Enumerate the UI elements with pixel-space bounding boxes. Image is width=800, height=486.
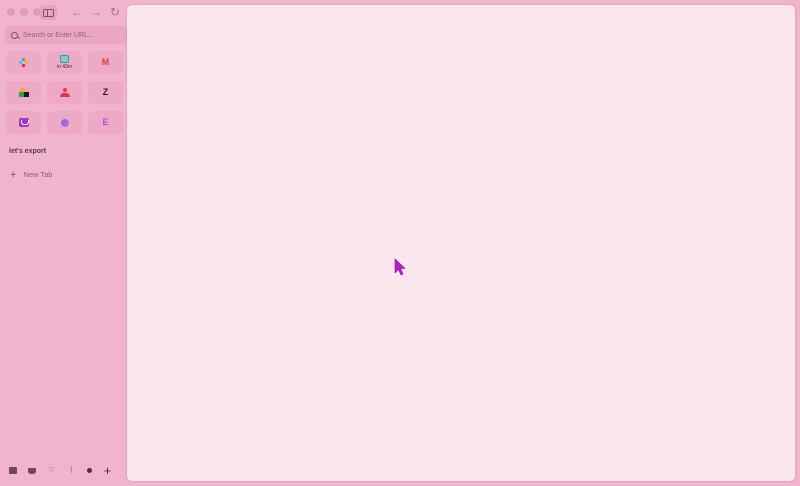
space-dot-icon[interactable] [87,468,92,473]
space-title: let's export [9,148,47,155]
pinned-app-slack[interactable] [6,51,41,74]
letter-e-icon: E [102,117,109,127]
new-tab-button[interactable]: + New Tab [10,168,53,181]
zendesk-icon: Z [102,87,109,97]
cat-icon[interactable] [28,467,36,474]
pinned-app-gmail[interactable]: M [88,51,123,74]
search-input[interactable]: Search or Enter URL... [5,26,127,44]
pinned-app-google-meet[interactable]: in 43m [47,51,82,74]
vessel-icon [18,118,29,127]
search-placeholder: Search or Enter URL... [23,31,94,39]
reload-icon: ↻ [109,5,121,19]
pinned-app-orb[interactable] [47,111,82,134]
archive-icon[interactable] [9,467,17,474]
sidebar-icon [43,8,54,17]
reload-button[interactable]: ↻ [108,5,122,19]
pinned-app-zendesk[interactable]: Z [88,81,123,104]
pinned-app-e[interactable]: E [88,111,123,134]
paperclip-icon[interactable]: ⌇ [67,465,76,475]
forward-button[interactable]: → [89,5,103,19]
search-icon [11,31,18,39]
sidebar-footer: ⌔ ⌇ + [9,463,112,478]
pinned-apps-grid: in 43m M Z E [6,51,123,134]
sidebar: ← → ↻ Search or Enter URL... in 43m M Z … [0,0,127,486]
wifi-icon[interactable]: ⌔ [47,465,56,475]
back-button[interactable]: ← [70,5,84,19]
orb-icon [60,118,69,127]
shapes-icon [18,88,29,97]
new-tab-label: New Tab [23,170,53,179]
mouse-cursor-icon [394,258,406,276]
web-content-area[interactable] [127,5,795,481]
google-meet-icon [60,55,69,63]
sidebar-toggle-button[interactable] [40,5,57,20]
person-icon [59,88,70,97]
add-space-icon[interactable]: + [103,463,112,478]
slack-icon [19,58,28,67]
plus-icon: + [10,168,17,181]
minimize-window-button[interactable] [20,8,28,16]
gmail-icon: M [101,57,110,67]
meeting-countdown: in 43m [56,64,72,70]
arrow-left-icon: ← [71,5,83,19]
pinned-app-person[interactable] [47,81,82,104]
pinned-app-shapes[interactable] [6,81,41,104]
pinned-app-vessel[interactable] [6,111,41,134]
arrow-right-icon: → [90,5,102,19]
close-window-button[interactable] [7,8,15,16]
window-controls [7,8,41,16]
